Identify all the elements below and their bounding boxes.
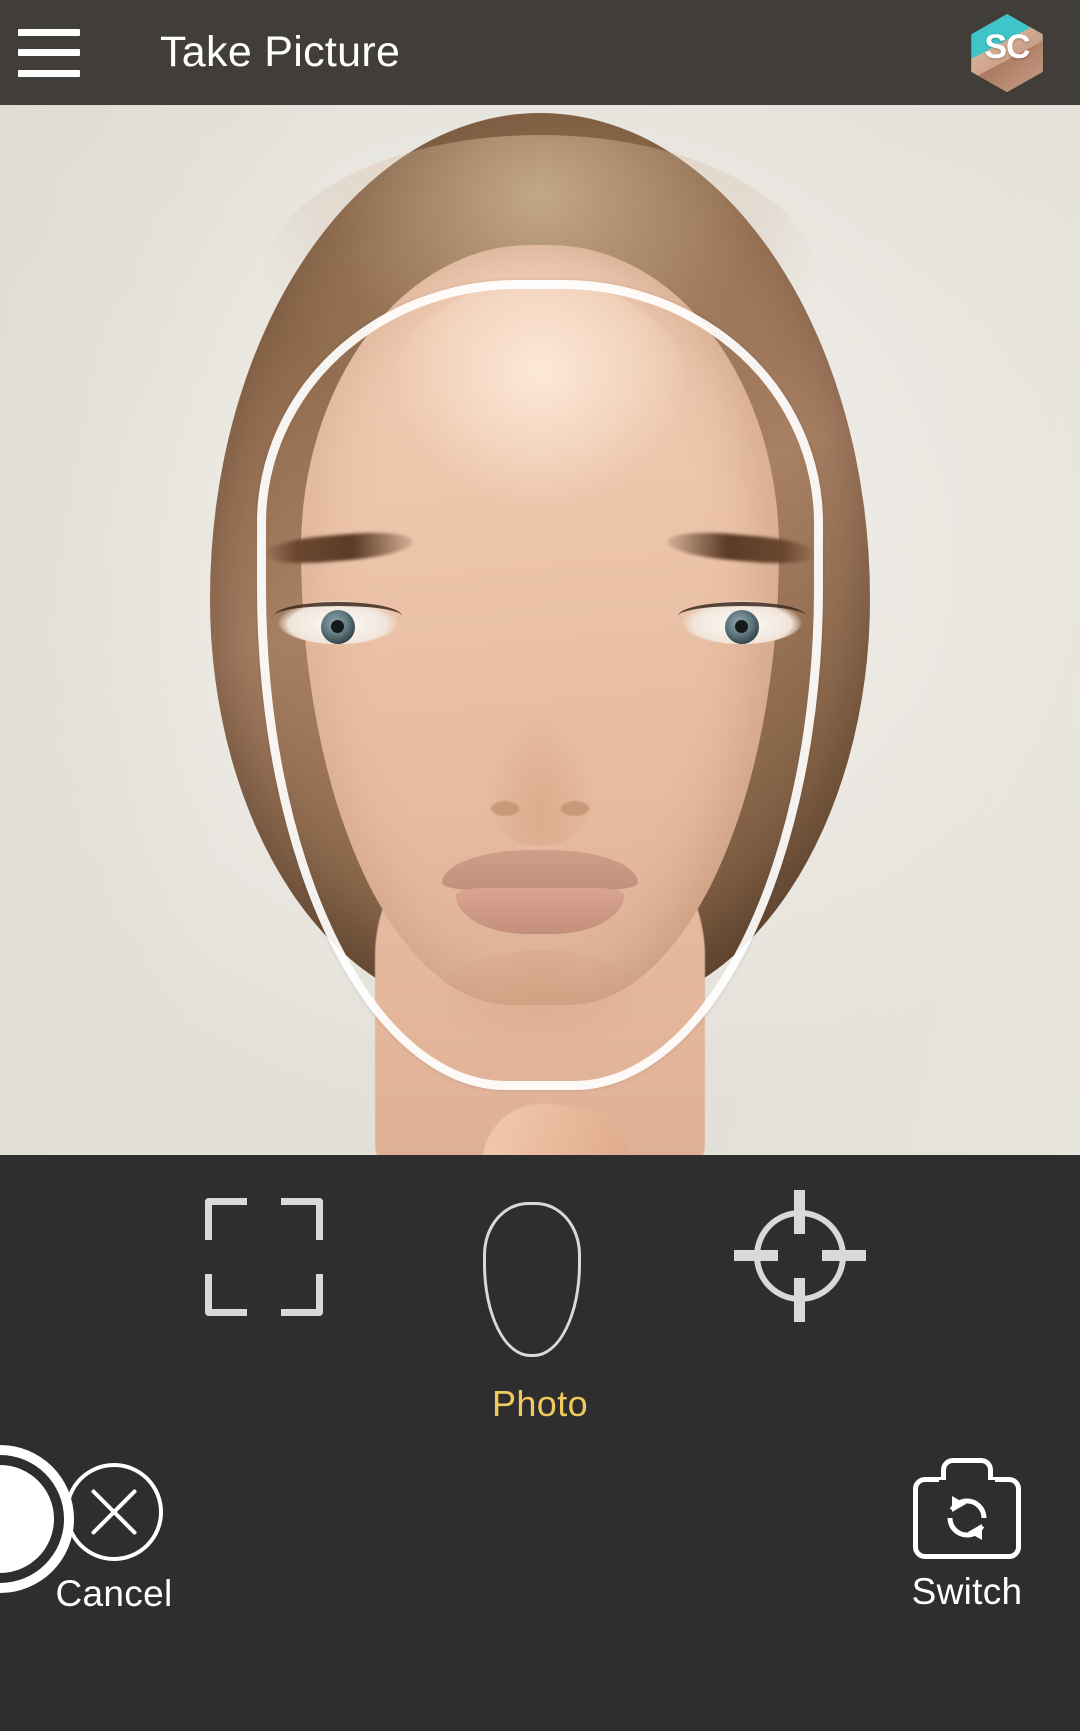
camera-switch-icon [913,1458,1021,1559]
subject-nostril-right [561,801,589,816]
crop-corner-top-right [281,1198,323,1240]
hamburger-line [18,69,80,77]
face-oval-outline [483,1202,581,1357]
crop-corner-bottom-left [205,1274,247,1316]
subject-iris-left [321,610,355,644]
logo-monogram: SC [984,27,1030,66]
subject-nose [481,695,599,845]
cancel-circle-x-icon [65,1463,163,1561]
camera-controls-panel: Photo Cancel Switch [0,1155,1080,1731]
crop-corner-bottom-right [281,1274,323,1316]
subject-eye-right [678,600,806,644]
subject-lower-lip [456,888,624,934]
shutter-ring-gap [0,1455,64,1583]
hamburger-line [18,49,80,56]
crosshair-tick-bottom [794,1278,805,1322]
current-mode-label: Photo [491,1383,589,1424]
crop-corner-top-left [205,1198,247,1240]
subject-eye-left [274,600,402,644]
refresh-arrows-icon [939,1490,995,1546]
subject-nostril-left [491,801,519,816]
subject-upper-lip [442,850,638,890]
shutter-inner-circle [0,1465,54,1573]
camera-action-bar: Cancel Switch [0,1445,1080,1695]
switch-camera-button[interactable]: Switch [872,1458,1062,1613]
hamburger-line [18,28,80,36]
hamburger-menu-icon[interactable] [18,28,80,77]
camera-viewfinder-hump [939,1458,995,1490]
camera-screen: Take Picture SC Photo Cancel Switch [0,0,1080,1731]
subject-iris-right [725,610,759,644]
face-oval-icon[interactable] [483,1202,581,1357]
subject-forehead [390,280,690,510]
crosshair-target-icon[interactable] [734,1190,866,1322]
camera-preview[interactable] [0,105,1080,1155]
crosshair-tick-top [794,1190,805,1234]
subject-lips [442,850,638,936]
app-logo-icon[interactable]: SC [971,14,1043,92]
crosshair-tick-left [734,1250,778,1261]
cancel-label: Cancel [55,1573,173,1614]
switch-label: Switch [911,1571,1023,1612]
page-title: Take Picture [160,28,401,76]
crop-frame-icon[interactable] [205,1198,323,1316]
capture-mode-row [0,1180,1080,1357]
top-app-bar: Take Picture SC [0,0,1080,105]
subject-chin [430,950,650,1060]
crosshair-tick-right [822,1250,866,1261]
